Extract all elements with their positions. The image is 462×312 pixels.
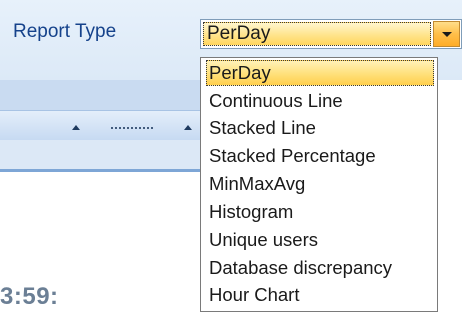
sort-up-icon[interactable]: [72, 125, 80, 130]
band-divider: [0, 169, 202, 172]
chevron-down-icon: [442, 32, 452, 37]
option-stacked-line[interactable]: Stacked Line: [206, 115, 434, 141]
dropdown-button[interactable]: [433, 21, 460, 47]
option-database-discrepancy[interactable]: Database discrepancy: [206, 255, 434, 281]
report-type-select[interactable]: PerDay: [200, 19, 462, 49]
report-type-select-value[interactable]: PerDay: [203, 22, 431, 46]
resize-grip-icon[interactable]: [110, 127, 154, 129]
report-type-dropdown-list[interactable]: PerDay Continuous Line Stacked Line Stac…: [200, 57, 438, 312]
option-minmaxavg[interactable]: MinMaxAvg: [206, 171, 434, 197]
option-stacked-percentage[interactable]: Stacked Percentage: [206, 143, 434, 169]
option-histogram[interactable]: Histogram: [206, 199, 434, 225]
option-perday[interactable]: PerDay: [206, 60, 434, 86]
option-continuous-line[interactable]: Continuous Line: [206, 88, 434, 114]
grid-header-bar: [0, 110, 202, 140]
background-band: [0, 80, 202, 110]
option-hour-chart[interactable]: Hour Chart: [206, 282, 434, 308]
time-text-fragment: 3:59:: [0, 283, 59, 310]
option-unique-users[interactable]: Unique users: [206, 227, 434, 253]
background-band-pale: [0, 140, 202, 169]
sort-up-icon[interactable]: [184, 125, 192, 130]
report-type-label: Report Type: [13, 21, 117, 42]
